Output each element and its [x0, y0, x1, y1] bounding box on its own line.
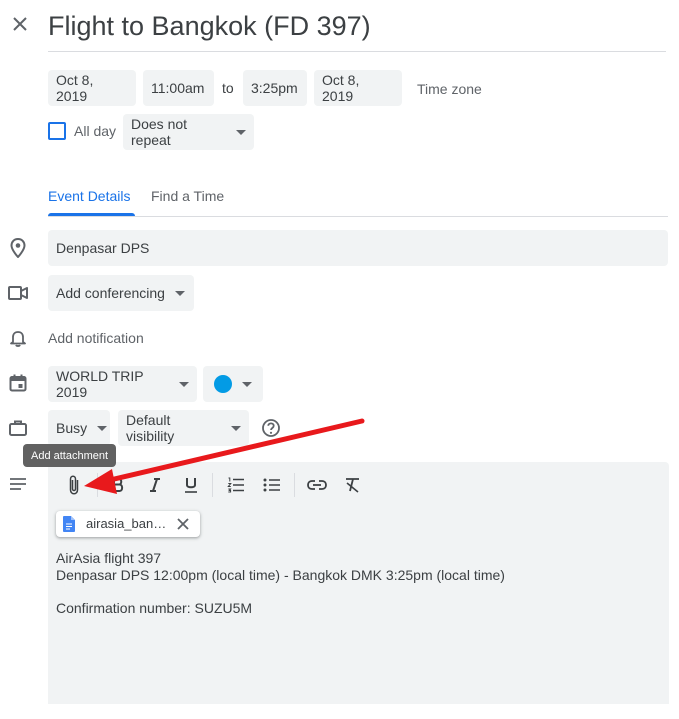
help-icon[interactable] [259, 416, 283, 440]
attachment-name: airasia_ban… [86, 516, 167, 531]
location-pin-icon [6, 236, 30, 260]
description-line: Confirmation number: SUZU5M [56, 599, 253, 616]
bell-icon [6, 326, 30, 350]
description-line: AirAsia flight 397 [56, 550, 162, 566]
end-date-text: Oct 8, 2019 [322, 72, 360, 104]
underline-button[interactable] [179, 473, 203, 497]
location-text: Denpasar DPS [56, 240, 150, 256]
link-icon [307, 480, 327, 490]
event-title: Flight to Bangkok (FD 397) [48, 11, 371, 41]
availability-text: Busy [56, 420, 88, 436]
document-icon [63, 516, 75, 532]
close-icon[interactable] [8, 12, 32, 36]
underline-icon [185, 478, 197, 493]
description-line: Denpasar DPS 12:00pm (local time) - Bang… [56, 566, 505, 583]
italic-icon [150, 478, 160, 492]
repeat-text: Does not repeat [131, 116, 188, 148]
remove-formatting-button[interactable] [341, 473, 365, 497]
toolbar-divider [97, 473, 98, 497]
bulleted-list-icon [263, 478, 280, 492]
video-camera-icon [6, 281, 30, 305]
start-date-field[interactable]: Oct 8, 2019 [48, 70, 136, 106]
visibility-text: Default visibility [126, 412, 175, 444]
to-label: to [222, 80, 234, 96]
event-color-swatch [214, 375, 232, 393]
calendar-dropdown[interactable]: WORLD TRIP 2019 [48, 366, 197, 402]
calendar-text: WORLD TRIP 2019 [56, 368, 144, 400]
tab-event-details[interactable]: Event Details [48, 186, 136, 216]
calendar-icon [6, 371, 30, 395]
description-line [56, 583, 505, 600]
add-conferencing-dropdown[interactable]: Add conferencing [48, 275, 194, 311]
end-time-text: 3:25pm [251, 80, 298, 96]
briefcase-icon [6, 416, 30, 440]
description-text[interactable]: AirAsia flight 397 Denpasar DPS 12:00pm … [56, 550, 505, 616]
remove-attachment-icon[interactable] [177, 518, 189, 530]
tooltip-text: Add attachment [31, 449, 109, 462]
end-date-field[interactable]: Oct 8, 2019 [314, 70, 402, 106]
attachment-chip[interactable]: airasia_ban… [56, 511, 200, 537]
clear-formatting-icon [346, 478, 359, 493]
bold-icon [113, 478, 124, 492]
visibility-dropdown[interactable]: Default visibility [118, 410, 249, 446]
chevron-down-icon [97, 425, 108, 431]
start-time-field[interactable]: 11:00am [143, 70, 214, 106]
tab-find-a-time-label: Find a Time [151, 188, 225, 204]
all-day-checkbox[interactable] [48, 122, 66, 140]
description-lines-icon [6, 472, 30, 496]
event-title-input[interactable]: Flight to Bangkok (FD 397) [48, 8, 666, 52]
end-time-field[interactable]: 3:25pm [243, 70, 307, 106]
start-date-text: Oct 8, 2019 [56, 72, 94, 104]
toolbar-divider [212, 473, 213, 497]
tab-find-a-time[interactable]: Find a Time [151, 186, 224, 216]
chevron-down-icon [236, 129, 246, 135]
location-input[interactable]: Denpasar DPS [48, 230, 668, 266]
repeat-dropdown[interactable]: Does not repeat [123, 114, 254, 150]
tab-event-details-label: Event Details [48, 188, 131, 204]
start-time-text: 11:00am [151, 80, 205, 96]
chevron-down-icon [174, 290, 185, 296]
all-day-label: All day [74, 123, 117, 139]
add-attachment-tooltip: Add attachment [23, 444, 117, 467]
attach-file-button[interactable] [62, 473, 86, 497]
paperclip-icon [69, 475, 79, 495]
bold-button[interactable] [106, 473, 130, 497]
add-notification-button[interactable]: Add notification [48, 330, 144, 346]
chevron-down-icon [179, 381, 189, 387]
tabs-divider [48, 216, 668, 217]
numbered-list-button[interactable] [224, 473, 248, 497]
conferencing-text: Add conferencing [56, 285, 165, 301]
bulleted-list-button[interactable] [260, 473, 284, 497]
numbered-list-icon [227, 477, 244, 493]
event-color-dropdown[interactable] [203, 366, 263, 402]
toolbar-divider [294, 473, 295, 497]
time-zone-button[interactable]: Time zone [417, 81, 482, 97]
chevron-down-icon [231, 425, 241, 431]
availability-dropdown[interactable]: Busy [48, 410, 110, 446]
insert-link-button[interactable] [305, 473, 329, 497]
chevron-down-icon [242, 381, 252, 387]
italic-button[interactable] [143, 473, 167, 497]
